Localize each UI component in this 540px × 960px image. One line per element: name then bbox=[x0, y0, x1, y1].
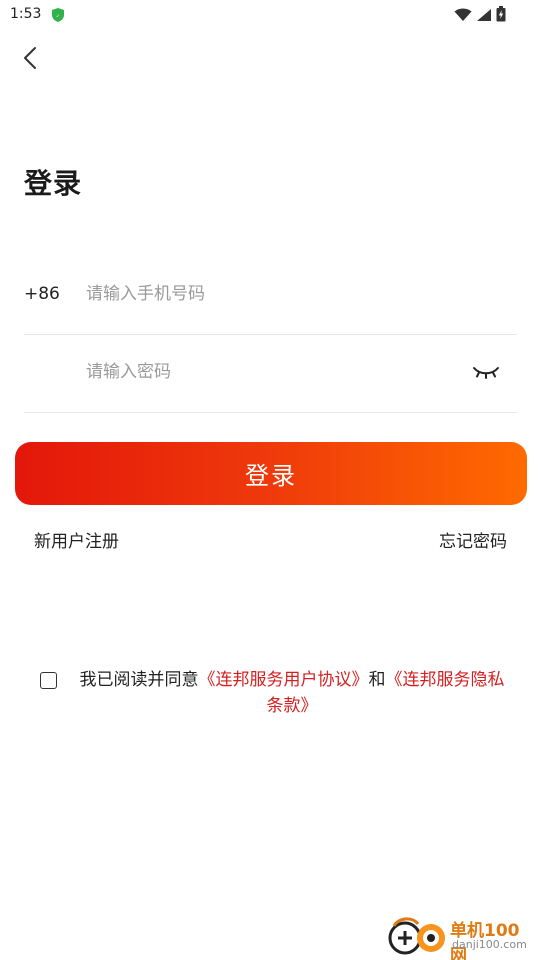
status-bar: 1:53 ✓ bbox=[0, 0, 540, 30]
forgot-password-link[interactable]: 忘记密码 bbox=[439, 527, 507, 552]
page-title: 登录 bbox=[24, 167, 83, 200]
chevron-left-icon bbox=[24, 47, 36, 69]
register-link[interactable]: 新用户注册 bbox=[34, 527, 119, 552]
password-input[interactable] bbox=[86, 356, 466, 388]
phone-row: +86 bbox=[24, 256, 517, 335]
eye-closed-icon[interactable] bbox=[471, 360, 501, 384]
agreement-text: 我已阅读并同意《连邦服务用户协议》和《连邦服务隐私条款》 bbox=[72, 667, 512, 719]
password-row bbox=[24, 334, 517, 413]
status-icons bbox=[454, 6, 506, 26]
wifi-icon bbox=[454, 7, 472, 26]
shield-icon: ✓ bbox=[50, 7, 66, 23]
signal-icon bbox=[476, 7, 492, 26]
watermark-logo: 单机100网 danji100.com bbox=[386, 914, 536, 960]
user-agreement-link[interactable]: 《连邦服务用户协议》 bbox=[199, 670, 369, 690]
agree-checkbox[interactable] bbox=[40, 672, 57, 689]
battery-charging-icon bbox=[496, 6, 506, 26]
watermark-icon bbox=[388, 917, 445, 955]
agreement-conjunction: 和 bbox=[368, 670, 386, 690]
agreement-prefix: 我已阅读并同意 bbox=[79, 670, 199, 690]
back-button[interactable] bbox=[14, 42, 46, 74]
status-time: 1:53 bbox=[10, 6, 42, 22]
login-button[interactable]: 登录 bbox=[15, 442, 527, 505]
phone-input[interactable] bbox=[86, 278, 466, 310]
country-code[interactable]: +86 bbox=[24, 284, 60, 304]
login-screen: 1:53 ✓ 登录 +86 请输入手机号码 登录 新用户注册 忘记密码 我已阅读… bbox=[0, 0, 540, 960]
watermark-domain: danji100.com bbox=[452, 938, 527, 951]
svg-text:✓: ✓ bbox=[56, 14, 60, 20]
